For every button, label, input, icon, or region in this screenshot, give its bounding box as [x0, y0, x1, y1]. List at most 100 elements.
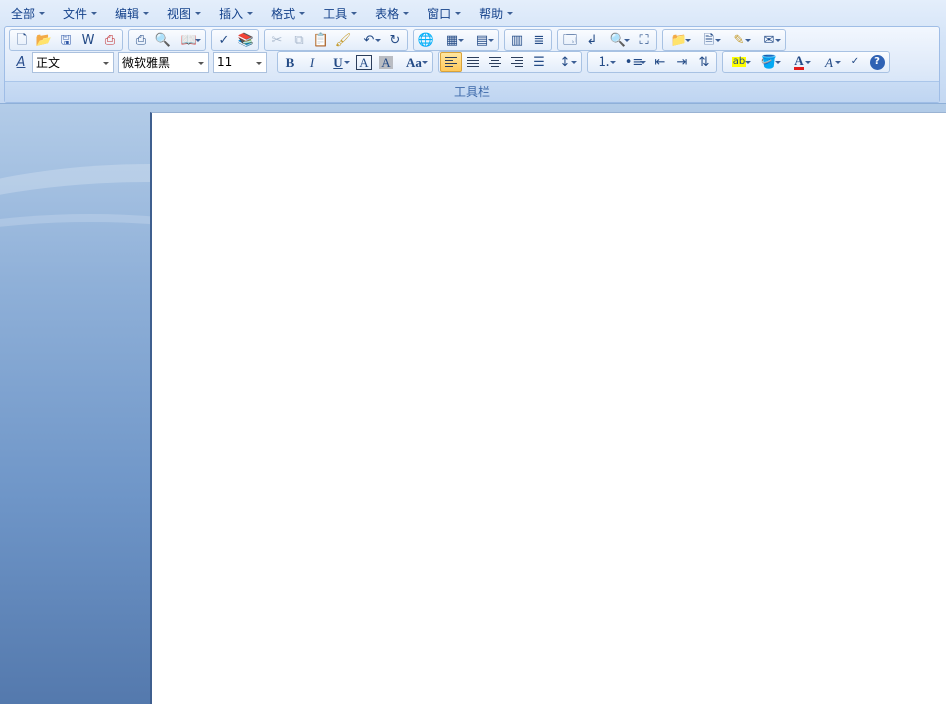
paste-button[interactable]: 📋	[310, 30, 332, 50]
menu-tools[interactable]: 工具	[318, 4, 362, 24]
text-direction-button[interactable]: ≣	[528, 30, 550, 50]
caret-down-icon	[455, 12, 462, 15]
font-value: 微软雅黑	[122, 55, 171, 70]
distributed-align-icon: ☰	[533, 54, 545, 70]
full-screen-button[interactable]: ⛶	[633, 30, 655, 50]
spelling-button[interactable]: ✓	[213, 30, 235, 50]
decrease-indent-icon: ⇤	[654, 54, 666, 70]
line-spacing-button[interactable]: ↕	[550, 52, 580, 72]
envelope-button[interactable]: 🗎	[694, 30, 724, 50]
menu-label: 全部	[11, 7, 36, 21]
redo-icon: ↻	[389, 32, 401, 48]
style-dropdown[interactable]: 正文	[32, 51, 114, 73]
font-size-dropdown[interactable]: 11	[213, 51, 267, 73]
save-as-word-button[interactable]: W	[77, 30, 99, 50]
numbering-button[interactable]: ⒈	[589, 52, 619, 72]
align-justify-button[interactable]	[462, 52, 484, 72]
clipboard-icon: 📋	[312, 32, 330, 48]
document-page[interactable]	[150, 112, 946, 704]
cut-button[interactable]: ✂	[266, 30, 288, 50]
sort-button[interactable]: ⇅	[693, 52, 715, 72]
columns-button[interactable]: ▥	[506, 30, 528, 50]
insert-group: 🌐 ▦ ▤	[413, 29, 499, 51]
menu-table[interactable]: 表格	[370, 4, 414, 24]
caret-down-icon	[143, 12, 150, 15]
menu-edit[interactable]: 编辑	[110, 4, 154, 24]
printer-icon: ⎙	[135, 32, 147, 48]
change-case-icon: Aa	[406, 54, 422, 70]
align-justify-icon	[467, 57, 479, 67]
numbered-list-icon: ⒈	[597, 54, 611, 70]
align-left-button[interactable]	[440, 52, 462, 72]
pencil-document-icon: ✎	[733, 32, 745, 48]
borders-button[interactable]: ▦	[437, 30, 467, 50]
redo-button[interactable]: ↻	[384, 30, 406, 50]
document-map-button[interactable]: 🗔	[559, 30, 581, 50]
shading-button[interactable]: 🪣	[754, 52, 784, 72]
spelling-grammar-button[interactable]: ✓	[844, 52, 866, 72]
hyperlink-button[interactable]: 🌐	[415, 30, 437, 50]
menu-label: 格式	[271, 7, 296, 21]
borders-icon: ▦	[445, 32, 459, 48]
bold-button[interactable]: B	[279, 52, 301, 72]
menu-view[interactable]: 视图	[162, 4, 206, 24]
print-button[interactable]: ⎙	[130, 30, 152, 50]
format-painter-button[interactable]: 🖌	[332, 30, 354, 50]
text-effects-button[interactable]: A	[814, 52, 844, 72]
menu-file[interactable]: 文件	[58, 4, 102, 24]
print-preview-icon: 🔍	[154, 32, 172, 48]
character-shading-button[interactable]: A	[375, 52, 397, 72]
highlight-button[interactable]: ab	[724, 52, 754, 72]
copy-icon: ⧉	[294, 32, 304, 48]
zoom-button[interactable]: 🔍	[603, 30, 633, 50]
italic-icon: I	[309, 54, 315, 70]
underline-button[interactable]: U	[323, 52, 353, 72]
character-shading-icon: A	[379, 54, 393, 70]
help-button[interactable]: ?	[866, 52, 888, 72]
menu-window[interactable]: 窗口	[422, 4, 466, 24]
insert-table-button[interactable]: ▤	[467, 30, 497, 50]
character-format-group: B I U A A Aa	[277, 51, 433, 73]
proofing-group: ✓ 📚	[211, 29, 259, 51]
menu-insert[interactable]: 插入	[214, 4, 258, 24]
menu-label: 窗口	[427, 7, 452, 21]
new-document-button[interactable]: 🗋	[11, 30, 33, 50]
distributed-align-button[interactable]: ☰	[528, 52, 550, 72]
undo-button[interactable]: ↶	[354, 30, 384, 50]
open-button[interactable]: 📂	[33, 30, 55, 50]
folder-icon: 📁	[670, 32, 688, 48]
show-formatting-button[interactable]: ↲	[581, 30, 603, 50]
menu-label: 视图	[167, 7, 192, 21]
reading-layout-button[interactable]: 📖	[174, 30, 204, 50]
increase-indent-button[interactable]: ⇥	[671, 52, 693, 72]
style-group: A 正文 微软雅黑 11	[9, 51, 272, 73]
italic-button[interactable]: I	[301, 52, 323, 72]
character-border-button[interactable]: A	[353, 52, 375, 72]
decrease-indent-button[interactable]: ⇤	[649, 52, 671, 72]
change-case-button[interactable]: Aa	[397, 52, 431, 72]
menu-format[interactable]: 格式	[266, 4, 310, 24]
align-right-button[interactable]	[506, 52, 528, 72]
copy-button[interactable]: ⧉	[288, 30, 310, 50]
extras-group: 📁 🗎 ✎ ✉	[662, 29, 786, 51]
font-color-button[interactable]: A	[784, 52, 814, 72]
book-icon: 📖	[180, 32, 198, 48]
styles-pane-button[interactable]: A	[10, 52, 32, 72]
table-icon: ▤	[475, 32, 489, 48]
save-icon: 🖫	[60, 32, 72, 48]
paragraph-group: ☰ ↕	[438, 51, 582, 73]
print-preview-button[interactable]: 🔍	[152, 30, 174, 50]
bullets-button[interactable]: •≡	[619, 52, 649, 72]
ribbon: 全部 文件 编辑 视图 插入 格式 工具 表格 窗口 帮助 🗋 📂 🖫 W ⎙ …	[0, 0, 946, 104]
folder-menu-button[interactable]: 📁	[664, 30, 694, 50]
save-button[interactable]: 🖫	[55, 30, 77, 50]
mail-button[interactable]: ✉	[754, 30, 784, 50]
edit-document-button[interactable]: ✎	[724, 30, 754, 50]
align-center-button[interactable]	[484, 52, 506, 72]
menu-help[interactable]: 帮助	[474, 4, 518, 24]
font-dropdown[interactable]: 微软雅黑	[118, 51, 209, 73]
research-button[interactable]: 📚	[235, 30, 257, 50]
export-pdf-button[interactable]: ⎙	[99, 30, 121, 50]
undo-icon: ↶	[363, 32, 375, 48]
menu-all[interactable]: 全部	[6, 4, 50, 24]
